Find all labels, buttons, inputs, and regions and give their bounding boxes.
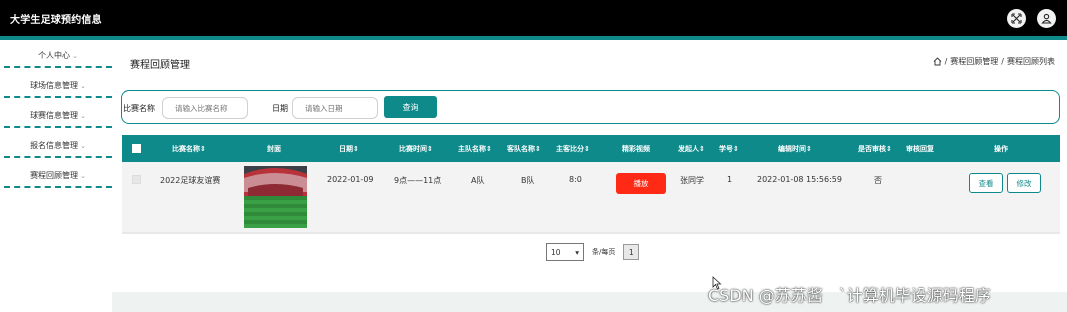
row-checkbox[interactable] bbox=[132, 175, 141, 184]
select-all-checkbox[interactable] bbox=[132, 144, 141, 153]
cell-date: 2022-01-09 bbox=[327, 175, 374, 184]
fullscreen-icon[interactable] bbox=[1007, 9, 1026, 28]
edit-button[interactable]: 修改 bbox=[1007, 173, 1041, 193]
page-title: 赛程回顾管理 bbox=[130, 60, 190, 71]
data-table: 比赛名称⇕ 封面 日期⇕ 比赛时间⇕ 主队名称⇕ 客队名称⇕ 主客比分⇕ 精彩视… bbox=[122, 135, 1060, 234]
chevron-down-icon: ⌄ bbox=[80, 172, 86, 180]
column-header[interactable]: 比赛名称⇕ bbox=[172, 144, 206, 154]
column-header[interactable]: 主队名称⇕ bbox=[458, 144, 492, 154]
page-size-select[interactable]: 10 ▾ bbox=[546, 243, 584, 261]
sidebar-item-match-info[interactable]: 球赛信息管理 ⌄ bbox=[4, 106, 112, 128]
pagination: 10 ▾ 条/每页 1 bbox=[546, 243, 640, 261]
cell-reviewed: 否 bbox=[874, 176, 882, 185]
column-header: 操作 bbox=[994, 145, 1008, 153]
chevron-down-icon: ⌄ bbox=[80, 142, 86, 150]
cell-time: 9点——11点 bbox=[394, 176, 442, 185]
column-header: 精彩视频 bbox=[622, 145, 650, 153]
column-header[interactable]: 发起人⇕ bbox=[678, 144, 705, 154]
view-button[interactable]: 查看 bbox=[969, 173, 1003, 193]
column-header[interactable]: 日期⇕ bbox=[339, 144, 359, 154]
cell-home-team: A队 bbox=[471, 176, 485, 185]
page-number-button[interactable]: 1 bbox=[623, 244, 640, 260]
sidebar-item-schedule-review[interactable]: 赛程回顾管理 ⌄ bbox=[4, 166, 112, 188]
cell-student-id: 1 bbox=[727, 175, 733, 184]
chevron-down-icon: ⌄ bbox=[80, 82, 86, 90]
match-name-label: 比赛名称 bbox=[123, 104, 155, 113]
search-form: 比赛名称 日期 查询 bbox=[121, 90, 1060, 124]
table-bottom-border bbox=[122, 232, 1060, 234]
sidebar: 个人中心 ⌄ 球场信息管理 ⌄ 球赛信息管理 ⌄ 报名信息管理 ⌄ 赛程回顾管理 ⌄ bbox=[0, 40, 112, 312]
page-size-label: 条/每页 bbox=[592, 248, 616, 256]
date-label: 日期 bbox=[272, 104, 288, 113]
column-header[interactable]: 学号⇕ bbox=[719, 144, 739, 154]
table-row: 2022足球友谊赛 2022-01-09 9点——11点 A队 B队 8:0 播… bbox=[122, 162, 1060, 232]
breadcrumb: / 赛程回顾管理 / 赛程回顾列表 bbox=[933, 56, 1055, 67]
cell-score: 8:0 bbox=[569, 175, 582, 184]
sidebar-item-label: 球场信息管理 bbox=[30, 81, 79, 90]
match-name-input[interactable] bbox=[162, 97, 248, 119]
sidebar-item-court-info[interactable]: 球场信息管理 ⌄ bbox=[4, 76, 112, 98]
column-header[interactable]: 客队名称⇕ bbox=[507, 144, 541, 154]
cover-image bbox=[244, 166, 307, 228]
breadcrumb-item: 赛程回顾列表 bbox=[1007, 57, 1055, 66]
chevron-down-icon: ⌄ bbox=[72, 52, 78, 60]
date-input[interactable] bbox=[292, 97, 378, 119]
cell-edit-time: 2022-01-08 15:56:59 bbox=[757, 175, 842, 184]
sidebar-item-registration-info[interactable]: 报名信息管理 ⌄ bbox=[4, 136, 112, 158]
page-size-value: 10 bbox=[551, 247, 561, 257]
play-video-button[interactable]: 播放 bbox=[616, 173, 666, 194]
search-button[interactable]: 查询 bbox=[384, 96, 437, 118]
top-bar: 大学生足球预约信息 bbox=[0, 0, 1067, 36]
sidebar-item-personal-center[interactable]: 个人中心 ⌄ bbox=[4, 46, 112, 68]
column-header: 封面 bbox=[267, 145, 281, 153]
column-header[interactable]: 是否审核⇕ bbox=[858, 144, 892, 154]
sidebar-item-label: 报名信息管理 bbox=[30, 141, 79, 150]
breadcrumb-separator: / bbox=[944, 57, 948, 66]
breadcrumb-separator: / bbox=[1001, 57, 1004, 66]
column-header[interactable]: 主客比分⇕ bbox=[556, 144, 590, 154]
table-header: 比赛名称⇕ 封面 日期⇕ 比赛时间⇕ 主队名称⇕ 客队名称⇕ 主客比分⇕ 精彩视… bbox=[122, 135, 1060, 162]
column-header[interactable]: 比赛时间⇕ bbox=[399, 144, 433, 154]
chevron-down-icon: ▾ bbox=[575, 247, 579, 257]
home-icon[interactable] bbox=[933, 57, 942, 66]
cell-away-team: B队 bbox=[521, 176, 535, 185]
sidebar-item-label: 球赛信息管理 bbox=[30, 111, 79, 120]
user-icon[interactable] bbox=[1037, 9, 1056, 28]
column-header[interactable]: 编辑时间⇕ bbox=[778, 144, 812, 154]
app-title: 大学生足球预约信息 bbox=[10, 15, 102, 26]
sidebar-item-label: 赛程回顾管理 bbox=[30, 171, 79, 180]
column-header: 审核回复 bbox=[906, 145, 934, 153]
breadcrumb-item[interactable]: 赛程回顾管理 bbox=[950, 56, 998, 67]
cell-sponsor: 张同学 bbox=[680, 176, 704, 185]
cell-match-name: 2022足球友谊赛 bbox=[160, 176, 221, 185]
watermark: CSDN @苏苏酱 `计算机毕设源码程序 bbox=[708, 286, 991, 305]
main-content: 赛程回顾管理 / 赛程回顾管理 / 赛程回顾列表 比赛名称 日期 查询 比赛名称… bbox=[112, 40, 1067, 312]
chevron-down-icon: ⌄ bbox=[80, 112, 86, 120]
sidebar-item-label: 个人中心 bbox=[38, 51, 71, 60]
